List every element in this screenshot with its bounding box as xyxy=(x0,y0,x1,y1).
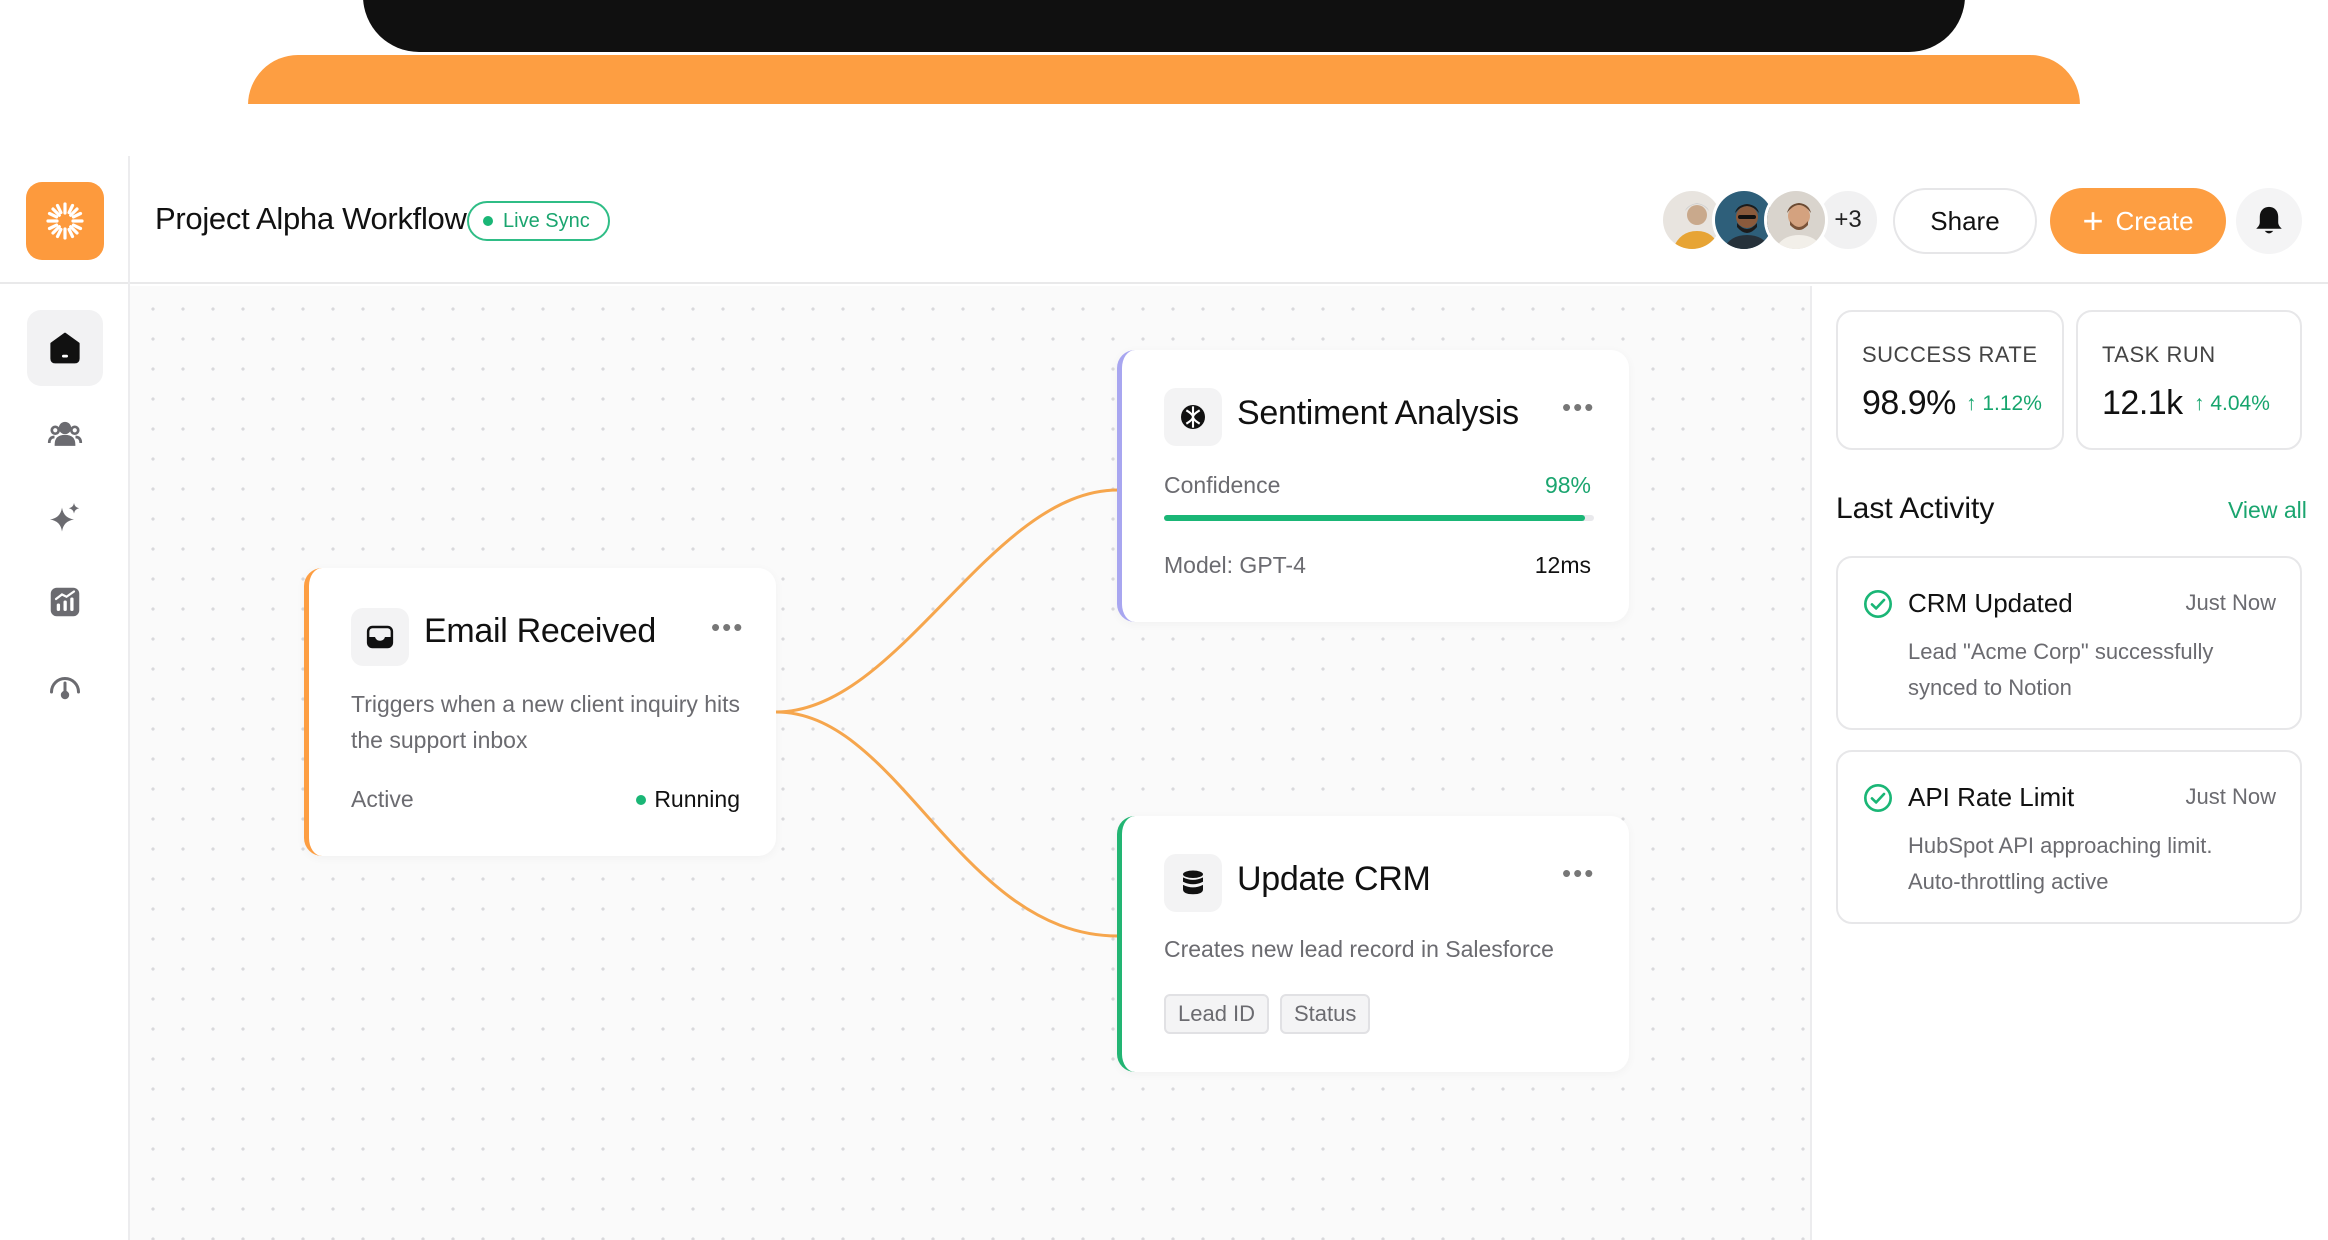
activity-title: CRM Updated xyxy=(1908,588,2073,618)
database-icon xyxy=(1183,870,1203,895)
confidence-value: 98% xyxy=(1544,472,1591,498)
field-tag[interactable]: Status xyxy=(1280,994,1371,1034)
node-menu-button[interactable]: ••• xyxy=(1562,858,1595,889)
node-menu-button[interactable]: ••• xyxy=(1562,392,1595,423)
stat-delta: ↑ 1.12% xyxy=(1966,392,2042,416)
node-title: Email Received xyxy=(424,612,657,650)
stat-label: TASK RUN xyxy=(2102,342,2216,367)
inbox-icon xyxy=(366,625,394,649)
stat-value: 12.1k xyxy=(2102,384,2183,422)
activity-description: HubSpot API approaching limit. Auto-thro… xyxy=(1908,833,2213,894)
node-icon-ai xyxy=(1164,388,1222,446)
confidence-bar xyxy=(1164,515,1594,521)
node-description: Creates new lead record in Salesforce xyxy=(1164,936,1554,962)
activity-description: Lead "Acme Corp" successfully synced to … xyxy=(1908,639,2214,700)
check-circle-icon xyxy=(1864,784,1892,812)
arrow-up-icon: ↑ xyxy=(2194,392,2205,415)
stat-delta-value: 4.04% xyxy=(2210,392,2270,415)
stat-delta-value: 1.12% xyxy=(1982,392,2042,415)
node-sentiment-analysis[interactable]: Sentiment Analysis ••• Confidence 98% Mo… xyxy=(1117,350,1629,622)
activity-item[interactable]: API Rate Limit Just Now HubSpot API appr… xyxy=(1836,750,2302,924)
model-label: Model: GPT-4 xyxy=(1164,552,1306,578)
activity-time: Just Now xyxy=(2185,590,2276,615)
node-status: Running xyxy=(636,786,740,813)
confidence-bar-fill xyxy=(1164,515,1586,521)
app-root: Project Alpha Workflow Live Sync +3 Shar… xyxy=(0,0,2328,1240)
check-circle-icon xyxy=(1864,590,1892,618)
activity-time: Just Now xyxy=(2185,784,2276,809)
node-status-value: Running xyxy=(654,786,740,812)
confidence-label: Confidence xyxy=(1164,472,1281,498)
connector-email-to-sentiment xyxy=(775,488,1119,714)
node-status-label: Active xyxy=(351,786,414,812)
node-menu-button[interactable]: ••• xyxy=(711,612,744,643)
connector-email-to-crm xyxy=(775,710,1119,938)
node-icon-email xyxy=(351,608,409,666)
node-description: Triggers when a new client inquiry hits … xyxy=(351,691,741,753)
stat-delta: ↑ 4.04% xyxy=(2194,392,2270,416)
stat-label: SUCCESS RATE xyxy=(1862,342,2038,367)
node-icon-database xyxy=(1164,854,1222,912)
node-title: Sentiment Analysis xyxy=(1237,394,1519,432)
openai-icon xyxy=(1181,405,1205,429)
stat-value: 98.9% xyxy=(1862,384,1956,422)
node-email-received[interactable]: Email Received ••• Triggers when a new c… xyxy=(304,568,776,856)
stat-card-success-rate: SUCCESS RATE 98.9% ↑ 1.12% xyxy=(1836,310,2064,450)
activity-heading: Last Activity xyxy=(1836,492,1995,525)
activity-item[interactable]: CRM Updated Just Now Lead "Acme Corp" su… xyxy=(1836,556,2302,730)
node-title: Update CRM xyxy=(1237,860,1431,898)
latency-value: 12ms xyxy=(1534,552,1591,578)
field-tag[interactable]: Lead ID xyxy=(1164,994,1270,1034)
arrow-up-icon: ↑ xyxy=(1966,392,1977,415)
running-dot xyxy=(636,794,647,805)
activity-title: API Rate Limit xyxy=(1908,782,2075,812)
node-update-crm[interactable]: Update CRM ••• Creates new lead record i… xyxy=(1117,816,1629,1072)
stat-card-task-run: TASK RUN 12.1k ↑ 4.04% xyxy=(2076,310,2302,450)
view-all-link[interactable]: View all xyxy=(2228,497,2307,524)
